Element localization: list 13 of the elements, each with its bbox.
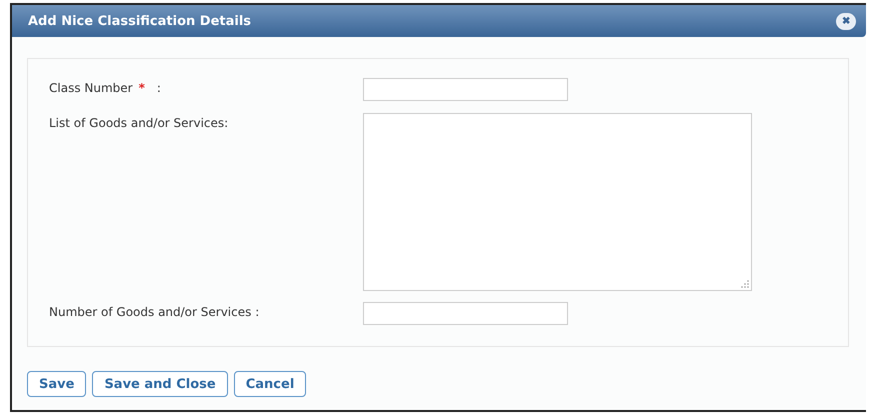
dialog-button[interactable]: Save and Close	[92, 371, 228, 397]
field-label: Class Number	[49, 81, 133, 95]
input-field[interactable]	[363, 78, 568, 101]
dialog-button[interactable]: Save	[27, 371, 86, 397]
field-label: Number of Goods and/or Services :	[49, 305, 260, 319]
close-button[interactable]: ✖	[836, 12, 856, 30]
field-label: List of Goods and/or Services:	[49, 116, 228, 130]
input-field[interactable]	[363, 302, 568, 325]
dialog-title: Add Nice Classification Details	[28, 14, 252, 28]
resize-grip-icon[interactable]	[741, 280, 749, 288]
label-colon: :	[156, 81, 161, 95]
required-mark: *	[138, 81, 145, 95]
dialog-button[interactable]: Cancel	[234, 371, 306, 397]
